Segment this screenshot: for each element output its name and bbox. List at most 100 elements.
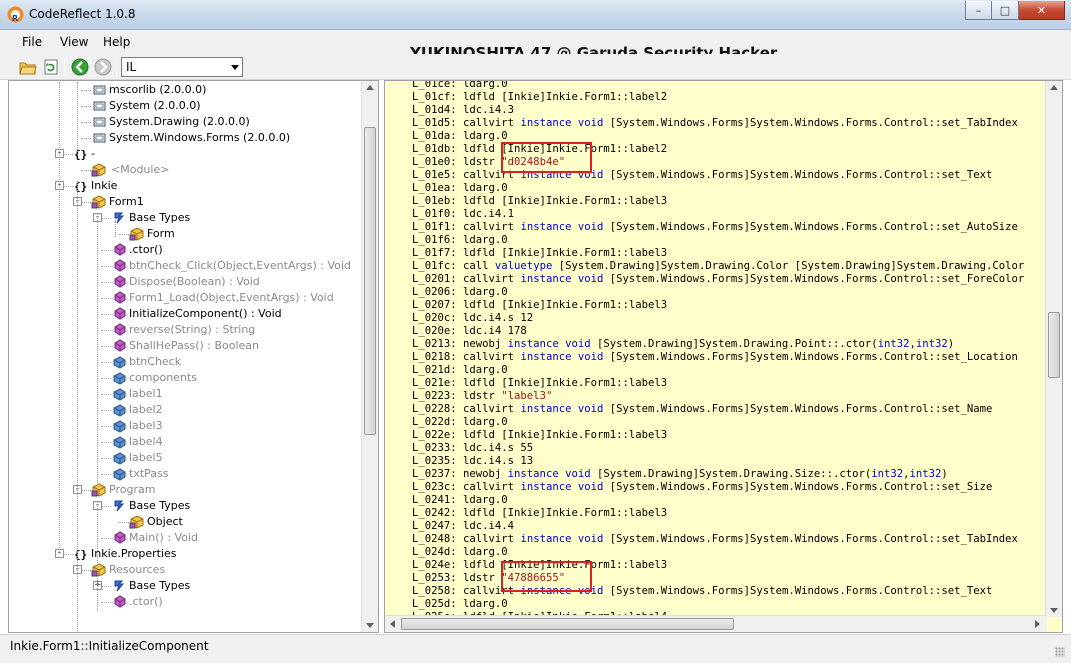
tree-item[interactable]: - Resources bbox=[9, 562, 362, 578]
code-keyword: instance void bbox=[520, 273, 604, 285]
tree-item[interactable]: - Form1 bbox=[9, 194, 362, 210]
menu-help[interactable]: Help bbox=[103, 35, 130, 49]
il-code-view[interactable]: L_01ce: ldarg.0 L_01cf: ldfld [Inkie]Inki… bbox=[384, 80, 1063, 633]
tree-item[interactable]: -{} Inkie bbox=[9, 178, 362, 194]
tree-item[interactable]: Dispose(Boolean) : Void bbox=[9, 274, 362, 290]
language-select[interactable]: IL bbox=[121, 57, 243, 77]
field-icon bbox=[111, 467, 127, 481]
code-line: L_022d: ldarg.0 bbox=[412, 416, 508, 429]
tree-item[interactable]: - Base Types bbox=[9, 210, 362, 226]
tree-item[interactable]: <Module> bbox=[9, 162, 362, 178]
code-line: L_01ea: ldarg.0 bbox=[412, 182, 508, 195]
scroll-down-icon[interactable] bbox=[1050, 608, 1058, 613]
code-text: L_024d: ldarg.0 bbox=[412, 546, 508, 558]
scroll-up-icon[interactable] bbox=[1050, 85, 1058, 90]
tree-item-label: Base Types bbox=[129, 579, 191, 592]
code-text: L_01f0: ldc.i4.1 bbox=[412, 208, 515, 220]
code-text: L_022d: ldarg.0 bbox=[412, 416, 508, 428]
code-text: L_0253: ldstr bbox=[412, 572, 502, 584]
code-text: L_01f7: ldfld [Inkie]Inkie.Form1::label3 bbox=[412, 247, 668, 259]
code-vertical-scrollbar[interactable] bbox=[1045, 81, 1062, 617]
assembly-tree[interactable]: mscorlib (2.0.0.0) System (2.0.0.0) System… bbox=[8, 80, 379, 633]
code-text: L_021d: ldarg.0 bbox=[412, 364, 508, 376]
scroll-down-icon[interactable] bbox=[366, 623, 374, 628]
code-scroll-thumb[interactable] bbox=[1048, 312, 1060, 378]
app-logo-icon: R bbox=[7, 6, 24, 23]
field-icon bbox=[111, 435, 127, 449]
code-text: L_021e: ldfld [Inkie]Inkie.Form1::label3 bbox=[412, 377, 668, 389]
tree-item[interactable]: txtPass bbox=[9, 466, 362, 482]
tree-item[interactable]: components bbox=[9, 370, 362, 386]
code-keyword: instance void bbox=[507, 338, 591, 350]
tree-item-label: components bbox=[129, 371, 197, 384]
tree-item[interactable]: btnCheck_Click(Object,EventArgs) : Void bbox=[9, 258, 362, 274]
tree-item[interactable]: label2 bbox=[9, 402, 362, 418]
svg-text:R: R bbox=[12, 14, 18, 23]
tree-item[interactable]: - Base Types bbox=[9, 498, 362, 514]
code-line: L_021d: ldarg.0 bbox=[412, 364, 508, 377]
refresh-icon[interactable] bbox=[42, 58, 60, 76]
code-line: L_0233: ldc.i4.s 55 bbox=[412, 442, 533, 455]
code-text: [System.Windows.Forms]System.Windows.For… bbox=[603, 273, 1025, 285]
code-horizontal-scrollbar[interactable] bbox=[385, 615, 1047, 632]
scroll-left-icon[interactable] bbox=[390, 620, 395, 628]
close-button[interactable]: ✕ bbox=[1019, 1, 1065, 20]
code-line: L_020e: ldc.i4 178 bbox=[412, 325, 527, 338]
tree-item-label: mscorlib (2.0.0.0) bbox=[109, 83, 207, 96]
scroll-up-icon[interactable] bbox=[366, 85, 374, 90]
tree-item[interactable]: InitializeComponent() : Void bbox=[9, 306, 362, 322]
code-line: L_01f7: ldfld [Inkie]Inkie.Form1::label3 bbox=[412, 247, 667, 260]
maximize-button[interactable]: □ bbox=[992, 1, 1019, 20]
code-line: L_01cf: ldfld [Inkie]Inkie.Form1::label2 bbox=[412, 91, 667, 104]
resize-grip-icon[interactable] bbox=[1055, 647, 1065, 657]
forward-icon[interactable] bbox=[94, 58, 112, 76]
tree-item[interactable]: Form bbox=[9, 226, 362, 242]
code-keyword: instance void bbox=[520, 351, 604, 363]
reference-icon bbox=[91, 115, 107, 129]
tree-item[interactable]: - Program bbox=[9, 482, 362, 498]
tree-item[interactable]: Main() : Void bbox=[9, 530, 362, 546]
tree-item[interactable]: ShallHePass() : Boolean bbox=[9, 338, 362, 354]
code-line: L_01f1: callvirt instance void [System.W… bbox=[412, 221, 1018, 234]
tree-item[interactable]: -{} Inkie.Properties bbox=[9, 546, 362, 562]
code-line: L_0235: ldc.i4.s 13 bbox=[412, 455, 533, 468]
code-text: L_020e: ldc.i4 178 bbox=[412, 325, 527, 337]
tree-item[interactable]: .ctor() bbox=[9, 594, 362, 610]
tree-item[interactable]: label5 bbox=[9, 450, 362, 466]
menu-file[interactable]: File bbox=[22, 35, 42, 49]
tree-vertical-scrollbar[interactable] bbox=[361, 81, 378, 632]
minimize-button[interactable]: – bbox=[965, 1, 992, 20]
tree-item[interactable]: label3 bbox=[9, 418, 362, 434]
tree-item[interactable]: + Base Types bbox=[9, 578, 362, 594]
back-icon[interactable] bbox=[71, 58, 89, 76]
method-icon bbox=[111, 243, 127, 257]
code-hscroll-thumb[interactable] bbox=[401, 618, 734, 630]
code-line: L_0206: ldarg.0 bbox=[412, 286, 508, 299]
tree-item[interactable]: mscorlib (2.0.0.0) bbox=[9, 82, 362, 98]
tree-item[interactable]: Form1_Load(Object,EventArgs) : Void bbox=[9, 290, 362, 306]
tree-item[interactable]: System.Drawing (2.0.0.0) bbox=[9, 114, 362, 130]
open-folder-icon[interactable] bbox=[19, 58, 37, 76]
tree-item-label: Resources bbox=[109, 563, 166, 576]
tree-item[interactable]: System (2.0.0.0) bbox=[9, 98, 362, 114]
code-text: [System.Windows.Forms]System.Windows.For… bbox=[603, 403, 993, 415]
tree-scroll-thumb[interactable] bbox=[364, 127, 376, 435]
menu-view[interactable]: View bbox=[60, 35, 88, 49]
scroll-right-icon[interactable] bbox=[1035, 620, 1040, 628]
tree-item[interactable]: -{} - bbox=[9, 146, 362, 162]
tree-item[interactable]: Object bbox=[9, 514, 362, 530]
code-line: L_01ce: ldarg.0 bbox=[412, 81, 508, 91]
tree-item[interactable]: label4 bbox=[9, 434, 362, 450]
code-line: L_01f0: ldc.i4.1 bbox=[412, 208, 514, 221]
tree-item[interactable]: System.Windows.Forms (2.0.0.0) bbox=[9, 130, 362, 146]
tree-item[interactable]: .ctor() bbox=[9, 242, 362, 258]
reference-icon bbox=[91, 99, 107, 113]
tree-item[interactable]: btnCheck bbox=[9, 354, 362, 370]
tree-item-label: System.Windows.Forms (2.0.0.0) bbox=[109, 131, 291, 144]
code-line: L_0228: callvirt instance void [System.W… bbox=[412, 403, 992, 416]
tree-item[interactable]: label1 bbox=[9, 386, 362, 402]
method-icon bbox=[111, 339, 127, 353]
language-select-value: IL bbox=[126, 60, 137, 74]
tree-item[interactable]: reverse(String) : String bbox=[9, 322, 362, 338]
tree-item-label: - bbox=[91, 147, 95, 160]
